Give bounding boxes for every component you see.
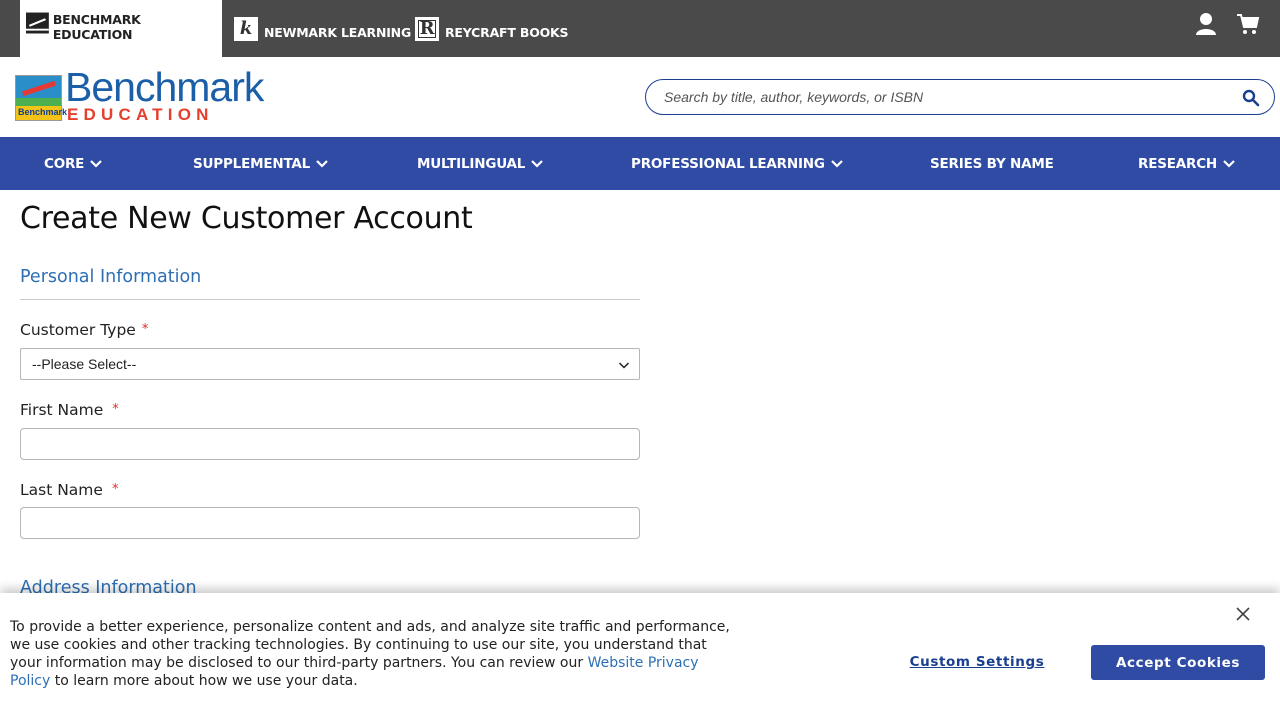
brand-tab-benchmark[interactable]: BENCHMARK EDUCATION [20,0,222,57]
field-label-text: Last Name [20,481,103,499]
nav-label: SUPPLEMENTAL [193,155,311,172]
required-marker: * [141,322,149,337]
required-marker: * [112,402,119,417]
nav-item-supplemental[interactable]: SUPPLEMENTAL [193,137,328,190]
chevron-down-icon [531,159,543,168]
cookie-banner: To provide a better experience, personal… [0,593,1280,720]
nav-label: SERIES BY NAME [930,155,1054,172]
logo-mark-icon: Benchmark [15,75,67,121]
chevron-down-icon [830,159,843,168]
cookie-message: To provide a better experience, personal… [10,618,730,690]
chevron-down-icon [1223,159,1235,168]
section-title-personal: Personal Information [20,267,202,287]
search-bar [645,79,1275,115]
page-title: Create New Customer Account [20,201,473,236]
benchmark-logo-icon [26,12,49,34]
nav-item-core[interactable]: CORE [44,137,102,190]
brand-label: BENCHMARK EDUCATION [52,12,141,42]
newmark-logo-icon: k [234,16,258,41]
search-icon[interactable] [1242,89,1260,107]
chevron-down-icon [90,159,102,168]
cookie-text-after: to learn more about how we use your data… [50,673,358,689]
nav-item-research[interactable]: RESEARCH [1138,137,1235,190]
section-divider [20,299,640,300]
reycraft-logo-icon: R [415,16,439,41]
logo-wordmark: Benchmark [65,64,264,110]
main-nav: CORE SUPPLEMENTAL MULTILINGUAL PROFESSIO… [0,137,1280,190]
accept-cookies-button[interactable]: Accept Cookies [1091,645,1265,680]
search-input[interactable] [664,80,1224,114]
customer-type-select[interactable]: --Please Select-- [20,348,640,380]
brand-label: NEWMARK LEARNING [264,25,412,40]
brand-label: REYCRAFT BOOKS [445,25,569,40]
user-icon[interactable] [1194,12,1218,36]
nav-label: RESEARCH [1138,155,1218,172]
nav-item-professional-learning[interactable]: PROFESSIONAL LEARNING [631,137,843,190]
nav-label: CORE [44,155,85,172]
logo-subword: EDUCATION [67,105,214,124]
custom-settings-button[interactable]: Custom Settings [900,650,1054,674]
customer-type-label: Customer Type * [20,321,148,339]
nav-item-multilingual[interactable]: MULTILINGUAL [417,137,543,190]
first-name-field[interactable] [20,428,640,460]
brand-bar: BENCHMARK EDUCATION k NEWMARK LEARNING R… [0,0,1280,57]
brand-tab-reycraft[interactable]: R REYCRAFT BOOKS [409,0,574,57]
last-name-field[interactable] [20,507,640,539]
cart-icon[interactable] [1236,12,1260,36]
first-name-label: First Name * [20,401,119,419]
nav-label: PROFESSIONAL LEARNING [631,155,825,172]
select-value: --Please Select-- [32,356,137,372]
nav-label: MULTILINGUAL [417,155,526,172]
chevron-down-icon [618,362,630,369]
field-label-text: First Name [20,401,104,419]
site-logo[interactable]: Benchmark Benchmark EDUCATION [15,64,270,124]
brand-tab-newmark[interactable]: k NEWMARK LEARNING [228,0,417,57]
field-label-text: Customer Type [20,321,136,339]
required-marker: * [111,482,119,497]
close-icon[interactable] [1236,607,1250,621]
chevron-down-icon [316,159,328,168]
last-name-label: Last Name * [20,481,118,499]
nav-item-series-by-name[interactable]: SERIES BY NAME [930,137,1054,190]
